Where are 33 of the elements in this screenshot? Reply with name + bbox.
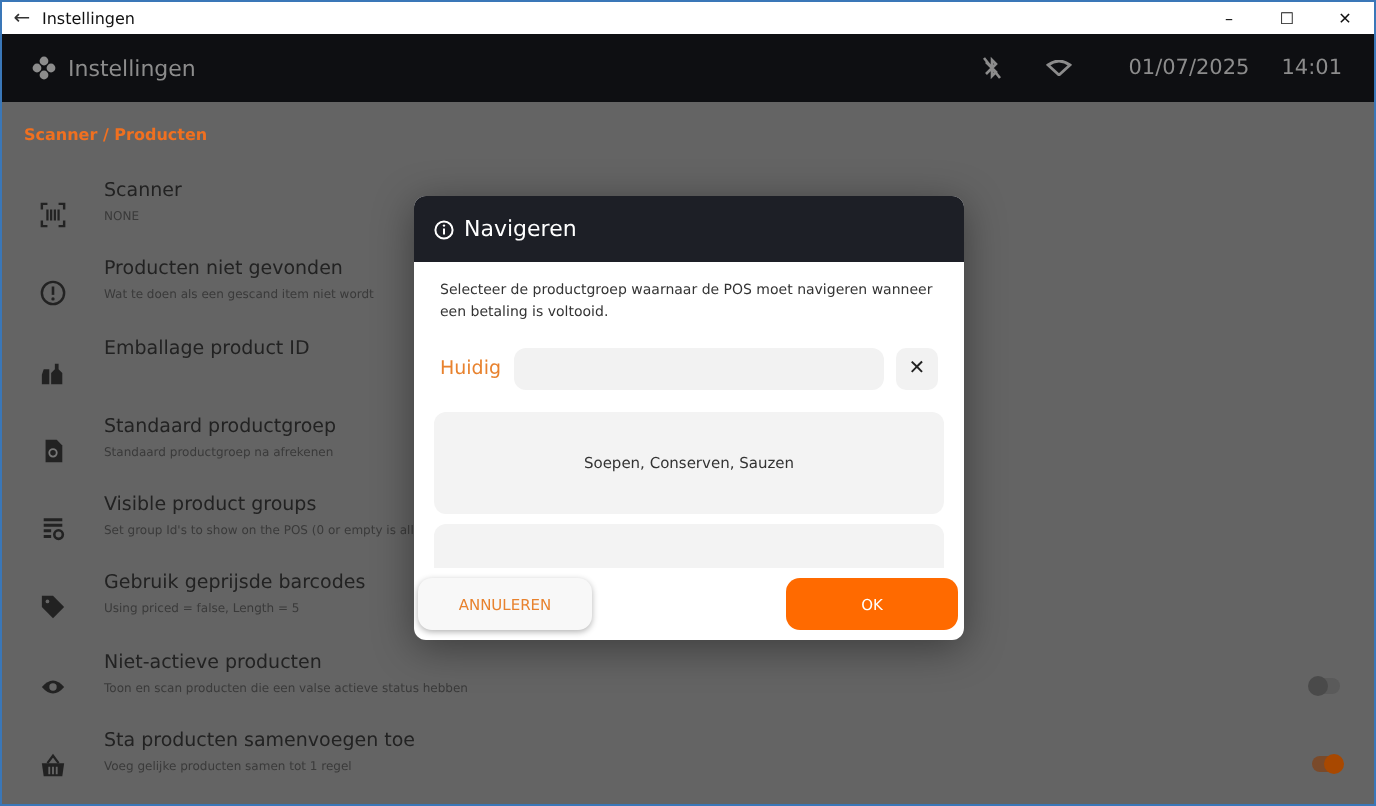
header-title: Instellingen [68, 55, 198, 81]
close-button[interactable]: ✕ [1316, 9, 1374, 27]
setting-title[interactable]: Standaard productgroep [104, 415, 337, 438]
time-text: 14:01 [1281, 56, 1342, 80]
dialog-title: Navigeren [464, 216, 577, 242]
flower-icon [32, 56, 56, 80]
breadcrumb[interactable]: Scanner / Producten [2, 126, 208, 144]
clear-button[interactable]: ✕ [896, 348, 938, 390]
toggle-switch[interactable] [1312, 756, 1340, 773]
scanner-icon [40, 202, 66, 229]
bottles-icon [40, 359, 66, 386]
basket-icon [40, 751, 66, 778]
toggle-switch[interactable] [1312, 678, 1340, 695]
wifi-icon[interactable] [1046, 60, 1073, 76]
setting-title[interactable]: Producten niet gevonden [104, 258, 343, 281]
setting-title[interactable]: Scanner [104, 180, 182, 202]
date-text: 01/07/2025 [1128, 56, 1250, 80]
back-button[interactable]: ← [2, 7, 42, 29]
setting-title[interactable]: Visible product groups [104, 494, 317, 516]
warning-circle-icon [40, 280, 66, 307]
tag-icon [40, 594, 66, 621]
list-settings-icon [40, 516, 66, 543]
document-search-icon [40, 437, 66, 464]
setting-title[interactable]: Gebruik geprijsde barcodes [104, 572, 366, 595]
bluetooth-off-icon[interactable] [982, 56, 1003, 80]
window-title: Instellingen [42, 9, 137, 27]
info-icon [434, 219, 454, 239]
maximize-button[interactable]: ☐ [1258, 9, 1316, 27]
minimize-button[interactable]: – [1200, 9, 1258, 27]
setting-title[interactable]: Emballage product ID [104, 337, 310, 359]
setting-title[interactable]: Niet-actieve producten [104, 651, 322, 673]
setting-title[interactable]: Sta producten samenvoegen toe [104, 729, 415, 752]
current-label: Huidig [440, 358, 502, 380]
